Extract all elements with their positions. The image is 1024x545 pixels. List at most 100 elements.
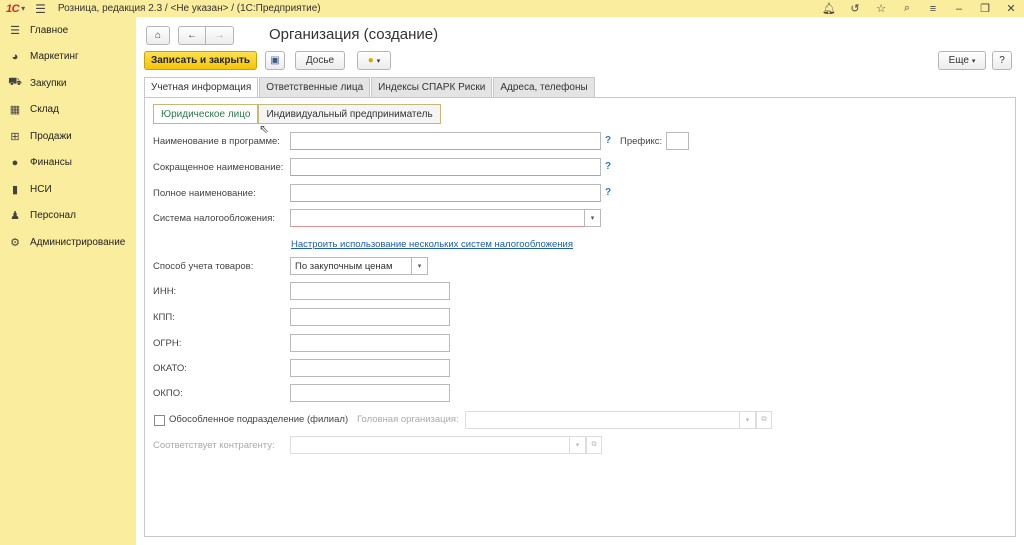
help-mark[interactable]: ?: [605, 135, 611, 146]
target-icon: ◕: [11, 50, 19, 63]
tab-responsible-persons[interactable]: Ответственные лица: [259, 77, 371, 97]
truck-icon: ⛟: [8, 76, 22, 89]
form-toolbar: Записать и закрыть ▣ Досье ● ▾: [144, 51, 391, 70]
chevron-down-icon: ▾: [376, 57, 381, 65]
main-menu-icon[interactable]: ☰: [35, 2, 46, 16]
tab-spark-risks[interactable]: Индексы СПАРК Риски: [371, 77, 493, 97]
top-bar: 1С ▾ ☰ Розница, редакция 2.3 / <Не указа…: [0, 0, 1024, 17]
head-org-dropdown[interactable]: ▾: [740, 411, 756, 429]
name-in-program-input[interactable]: [290, 132, 601, 150]
save-button[interactable]: ▣: [265, 51, 285, 70]
main-area: ⌂ ← → Организация (создание) Записать и …: [136, 17, 1024, 545]
search-icon[interactable]: ⌕: [894, 2, 920, 15]
tax-system-dropdown[interactable]: ▾: [585, 209, 601, 227]
open-icon: ⧉: [591, 441, 597, 448]
tab-addresses-phones[interactable]: Адреса, телефоны: [493, 77, 595, 97]
entity-type-switch: Юридическое лицо Индивидуальный предприн…: [153, 104, 441, 124]
sidebar-item-marketing[interactable]: ◕ Маркетинг: [0, 44, 136, 71]
tax-systems-settings-link[interactable]: Настроить использование нескольких систе…: [291, 239, 573, 250]
chevron-down-icon: ▾: [575, 442, 580, 449]
gear-icon: ⚙: [10, 236, 20, 249]
app-logo: 1С: [6, 2, 20, 15]
help-mark[interactable]: ?: [605, 161, 611, 172]
settings-icon[interactable]: ≡: [920, 3, 946, 15]
sidebar-item-main[interactable]: ☰ Главное: [0, 17, 136, 44]
chevron-down-icon: ▾: [590, 215, 595, 222]
prefix-input[interactable]: [666, 132, 689, 150]
subtab-individual-entrepreneur[interactable]: Индивидуальный предприниматель: [258, 104, 441, 124]
sidebar-item-label: Персонал: [30, 210, 76, 222]
counterparty-label: Соответствует контрагенту:: [153, 440, 275, 451]
sidebar-item-nsi[interactable]: ▮ НСИ: [0, 176, 136, 203]
goods-accounting-dropdown[interactable]: ▾: [412, 257, 428, 275]
chevron-down-icon: ▾: [971, 57, 976, 65]
counterparty-input[interactable]: [290, 436, 570, 454]
inn-input[interactable]: [290, 282, 450, 300]
nav-toolbar: ⌂ ← →: [146, 26, 234, 45]
counterparty-open-button[interactable]: ⧉: [586, 436, 602, 454]
sidebar-item-sales[interactable]: ⊞ Продажи: [0, 123, 136, 150]
dossier-button[interactable]: Досье: [295, 51, 345, 70]
bell-icon[interactable]: 🔔︎: [816, 2, 842, 15]
subtab-legal-entity[interactable]: Юридическое лицо: [153, 104, 259, 124]
hamburger-icon: ☰: [10, 24, 20, 37]
back-button[interactable]: ←: [178, 26, 206, 45]
create-based-icon: ●: [367, 55, 374, 66]
counterparty-dropdown[interactable]: ▾: [570, 436, 586, 454]
sidebar-item-warehouse[interactable]: ▦ Склад: [0, 97, 136, 124]
chevron-down-icon: ▾: [745, 417, 750, 424]
tax-system-select[interactable]: [290, 209, 585, 227]
restore-icon[interactable]: ❐: [972, 2, 998, 15]
home-icon: ⌂: [154, 30, 162, 41]
tab-accounting-info[interactable]: Учетная информация: [144, 77, 259, 97]
coin-icon: ●: [11, 156, 19, 169]
sidebar-item-purchases[interactable]: ⛟ Закупки: [0, 70, 136, 97]
home-button[interactable]: ⌂: [146, 26, 170, 45]
mouse-cursor-icon: ⇖: [259, 122, 270, 136]
branch-checkbox[interactable]: [154, 415, 165, 426]
book-icon: ▮: [11, 183, 19, 196]
head-org-input[interactable]: [465, 411, 740, 429]
prefix-label: Префикс:: [620, 136, 663, 147]
sidebar-item-label: Склад: [30, 104, 59, 116]
forward-button[interactable]: →: [206, 26, 234, 45]
create-based-on-button[interactable]: ● ▾: [357, 51, 391, 70]
arrow-left-icon: ←: [187, 30, 197, 41]
okpo-label: ОКПО:: [153, 388, 183, 399]
full-name-input[interactable]: [290, 184, 601, 202]
ogrn-input[interactable]: [290, 334, 450, 352]
minimize-icon[interactable]: –: [946, 3, 972, 15]
sidebar-item-admin[interactable]: ⚙ Администрирование: [0, 229, 136, 256]
help-mark[interactable]: ?: [605, 187, 611, 198]
short-name-label: Сокращенное наименование:: [153, 162, 284, 173]
goods-accounting-select[interactable]: По закупочным ценам: [290, 257, 412, 275]
basket-icon: ⊞: [10, 130, 20, 143]
okato-input[interactable]: [290, 359, 450, 377]
sidebar-item-finance[interactable]: ● Финансы: [0, 150, 136, 177]
sidebar-item-label: Закупки: [30, 77, 67, 89]
chevron-down-icon: ▾: [417, 263, 422, 270]
sidebar-item-label: НСИ: [30, 183, 52, 195]
inn-label: ИНН:: [153, 286, 177, 297]
close-icon[interactable]: ✕: [998, 2, 1024, 15]
warehouse-icon: ▦: [9, 104, 21, 117]
short-name-input[interactable]: [290, 158, 601, 176]
kpp-input[interactable]: [290, 308, 450, 326]
more-button[interactable]: Еще ▾: [938, 51, 986, 70]
ogrn-label: ОГРН:: [153, 338, 182, 349]
sidebar-item-label: Финансы: [30, 157, 72, 169]
tab-bar: Учетная информация Ответственные лица Ин…: [144, 77, 596, 97]
okpo-input[interactable]: [290, 384, 450, 402]
sidebar-item-label: Продажи: [30, 130, 72, 142]
logo-dropdown-icon[interactable]: ▾: [21, 4, 25, 13]
head-org-open-button[interactable]: ⧉: [756, 411, 772, 429]
floppy-icon: ▣: [270, 55, 280, 66]
history-icon[interactable]: ↺: [842, 2, 868, 15]
branch-label: Обособленное подразделение (филиал): [169, 414, 349, 425]
head-org-label: Головная организация:: [357, 414, 459, 425]
save-and-close-button[interactable]: Записать и закрыть: [144, 51, 257, 70]
sidebar-item-personnel[interactable]: ♟ Персонал: [0, 203, 136, 230]
star-icon[interactable]: ☆: [868, 2, 894, 15]
help-button[interactable]: ?: [992, 51, 1012, 70]
okato-label: ОКАТО:: [153, 363, 187, 374]
